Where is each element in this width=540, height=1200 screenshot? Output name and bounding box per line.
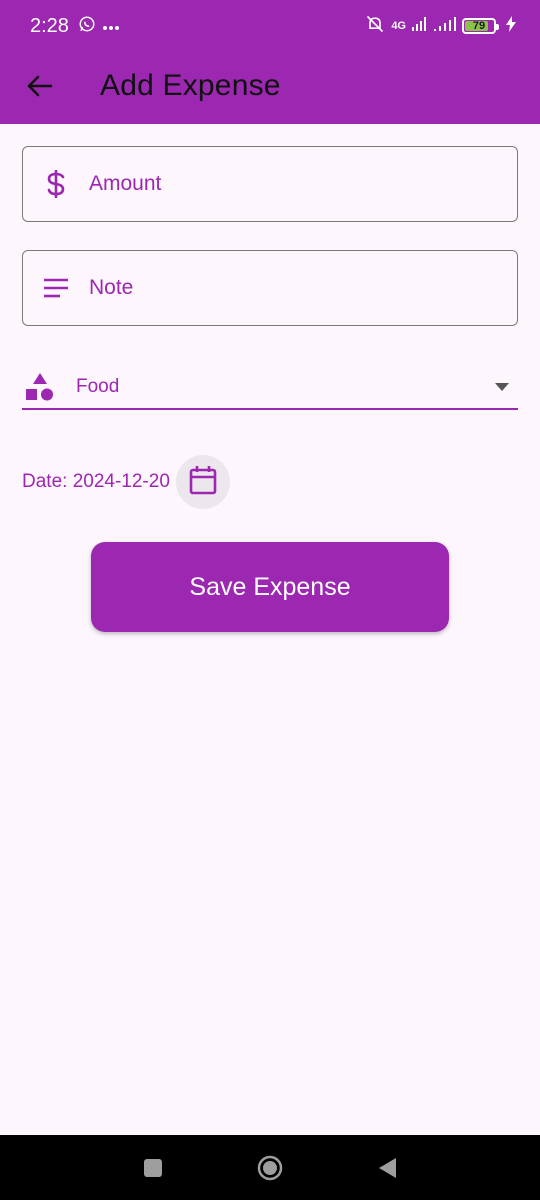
- back-triangle-icon[interactable]: [373, 1154, 401, 1182]
- date-label: Date: 2024-12-20: [22, 471, 170, 492]
- more-dots-icon: [102, 18, 120, 36]
- dropdown-arrow-icon: [490, 375, 514, 399]
- page-title: Add Expense: [100, 69, 281, 102]
- status-bar: 2:28 4G 79: [0, 0, 540, 54]
- calendar-icon: [189, 465, 217, 500]
- charging-icon: [506, 16, 516, 35]
- back-button[interactable]: [20, 68, 60, 108]
- dollar-icon: [23, 169, 89, 199]
- notes-lines-icon: [23, 277, 89, 299]
- category-value: Food: [76, 375, 120, 397]
- whatsapp-icon: [78, 15, 96, 38]
- signal-icon-2: [434, 17, 456, 34]
- recents-square-icon[interactable]: [139, 1154, 167, 1182]
- app-bar: Add Expense: [0, 54, 540, 124]
- mute-bell-icon: [365, 14, 385, 37]
- network-type: 4G: [391, 19, 406, 32]
- status-time: 2:28: [30, 15, 69, 37]
- status-right-icons: 4G 79: [365, 14, 516, 37]
- note-field[interactable]: [22, 250, 518, 326]
- amount-input[interactable]: [89, 172, 489, 196]
- category-shapes-icon: [22, 370, 56, 404]
- note-input[interactable]: [89, 276, 489, 300]
- date-picker-button[interactable]: [175, 455, 230, 509]
- date-row: Date: 2024-12-20: [22, 454, 230, 510]
- category-dropdown[interactable]: Food: [22, 365, 518, 410]
- home-circle-icon[interactable]: [256, 1154, 284, 1182]
- status-left-icons: [78, 15, 120, 38]
- amount-field[interactable]: [22, 146, 518, 222]
- arrow-back-icon: [27, 75, 53, 102]
- battery-level: 79: [472, 19, 486, 32]
- battery-icon: 79: [462, 17, 499, 34]
- signal-icon: [412, 17, 428, 34]
- save-expense-button[interactable]: Save Expense: [91, 542, 449, 632]
- system-nav-bar: [0, 1135, 540, 1200]
